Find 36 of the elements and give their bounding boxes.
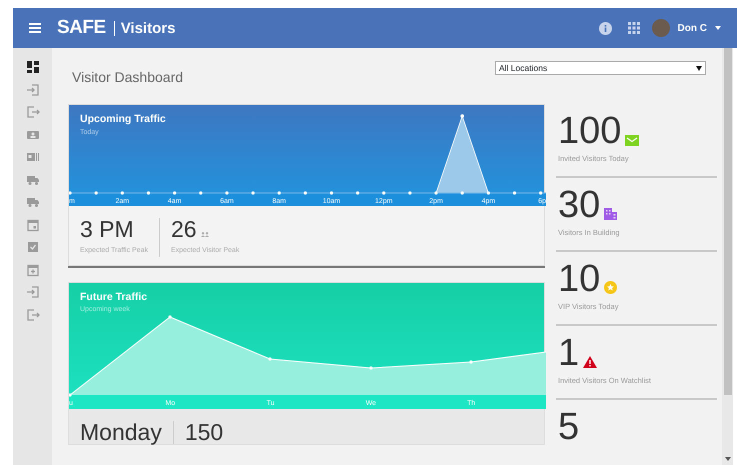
summary-value: 1	[558, 334, 580, 372]
sign-in-icon[interactable]	[26, 82, 40, 96]
info-icon[interactable]	[598, 22, 612, 34]
day-value: 150	[184, 420, 224, 444]
page-title: Visitor Dashboard	[71, 68, 184, 87]
brand-logo: SAFE	[57, 16, 106, 40]
sign-out-icon[interactable]	[26, 105, 40, 119]
summary-value: 5	[558, 408, 580, 446]
people-icon	[200, 232, 209, 237]
dashboard-icon[interactable]	[26, 60, 40, 74]
chart-title: Upcoming Traffic	[80, 112, 166, 127]
summary-value: 100	[558, 112, 622, 150]
menu-icon[interactable]	[29, 23, 41, 33]
truck-icon[interactable]	[26, 195, 40, 209]
id-badge-icon[interactable]	[26, 150, 40, 164]
stat-value: 26	[170, 218, 197, 241]
user-avatar[interactable]	[652, 19, 670, 37]
section-title: Visitors	[114, 20, 176, 36]
scroll-down-arrow-icon[interactable]	[724, 457, 730, 461]
apps-grid-icon[interactable]	[628, 22, 640, 34]
chart-title: Future Traffic	[80, 290, 148, 304]
stat-value: 3 PM	[80, 218, 134, 241]
sign-out-icon[interactable]	[26, 308, 40, 322]
sign-in-icon[interactable]	[26, 285, 40, 299]
calendar-icon[interactable]	[26, 218, 40, 232]
summary-value: 30	[558, 186, 600, 224]
scrollbar[interactable]	[722, 48, 733, 465]
calendar-plus-icon[interactable]	[26, 262, 40, 276]
day-value: Monday	[80, 420, 162, 444]
dropdown-arrow-icon	[696, 66, 702, 70]
checkbox-icon[interactable]	[26, 240, 40, 254]
location-dropdown[interactable]: All Locations	[495, 61, 706, 75]
caret-icon[interactable]	[715, 26, 721, 30]
summary-value: 10	[558, 260, 600, 298]
scrollbar-thumb[interactable]	[724, 48, 732, 395]
user-menu[interactable]: Don C	[678, 20, 707, 36]
